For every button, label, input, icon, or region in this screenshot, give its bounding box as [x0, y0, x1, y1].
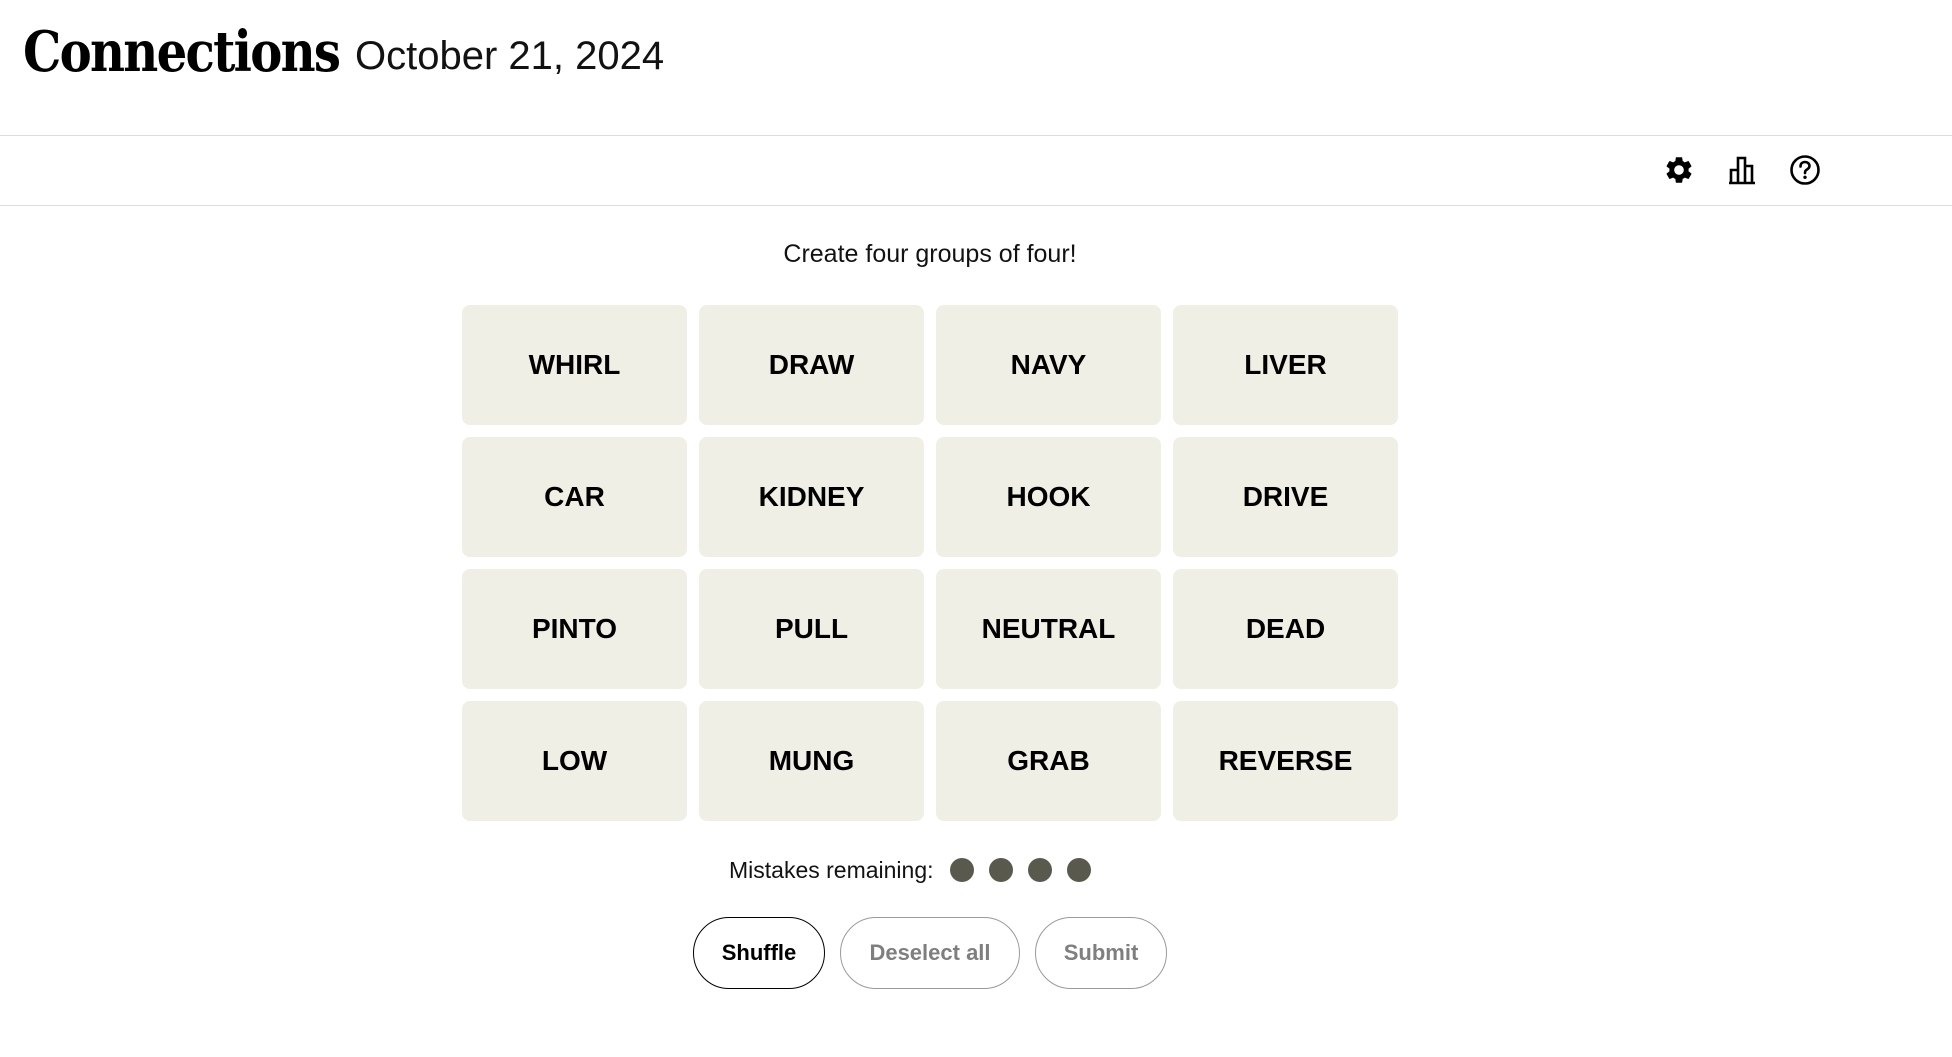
statistics-button[interactable] [1724, 154, 1760, 190]
word-tile[interactable]: DRIVE [1173, 437, 1398, 557]
mistake-dots [949, 858, 1106, 882]
word-tile[interactable]: MUNG [699, 701, 924, 821]
word-tile[interactable]: KIDNEY [699, 437, 924, 557]
word-tile[interactable]: NAVY [936, 305, 1161, 425]
word-tile[interactable]: LIVER [1173, 305, 1398, 425]
header: Connections October 21, 2024 [0, 0, 1952, 136]
instructions-text: Create four groups of four! [783, 240, 1077, 268]
page-title: Connections [23, 19, 341, 85]
word-tile[interactable]: DRAW [699, 305, 924, 425]
mistake-dot [1027, 858, 1052, 882]
submit-button[interactable]: Submit [1035, 917, 1167, 989]
word-tile[interactable]: REVERSE [1173, 701, 1398, 821]
gear-icon [1663, 154, 1695, 191]
word-grid: WHIRL DRAW NAVY LIVER CAR KIDNEY HOOK DR… [462, 305, 1398, 821]
mistake-dot [988, 858, 1013, 882]
mistake-dot [949, 858, 974, 882]
word-tile[interactable]: HOOK [936, 437, 1161, 557]
word-tile[interactable]: PULL [699, 569, 924, 689]
help-button[interactable] [1787, 154, 1823, 190]
word-tile[interactable]: DEAD [1173, 569, 1398, 689]
puzzle-date: October 21, 2024 [355, 34, 665, 78]
deselect-all-button[interactable]: Deselect all [840, 917, 1020, 989]
word-tile[interactable]: WHIRL [462, 305, 687, 425]
word-tile[interactable]: GRAB [936, 701, 1161, 821]
mistakes-label: Mistakes remaining: [729, 856, 934, 883]
word-tile[interactable]: LOW [462, 701, 687, 821]
settings-button[interactable] [1661, 154, 1697, 190]
toolbar [0, 136, 1952, 206]
word-tile[interactable]: PINTO [462, 569, 687, 689]
mistakes-remaining: Mistakes remaining: [729, 852, 1106, 888]
mistake-dot [1066, 858, 1091, 882]
word-tile[interactable]: NEUTRAL [936, 569, 1161, 689]
help-icon [1789, 154, 1821, 191]
shuffle-button[interactable]: Shuffle [693, 917, 825, 989]
word-tile[interactable]: CAR [462, 437, 687, 557]
stats-icon [1726, 154, 1758, 191]
